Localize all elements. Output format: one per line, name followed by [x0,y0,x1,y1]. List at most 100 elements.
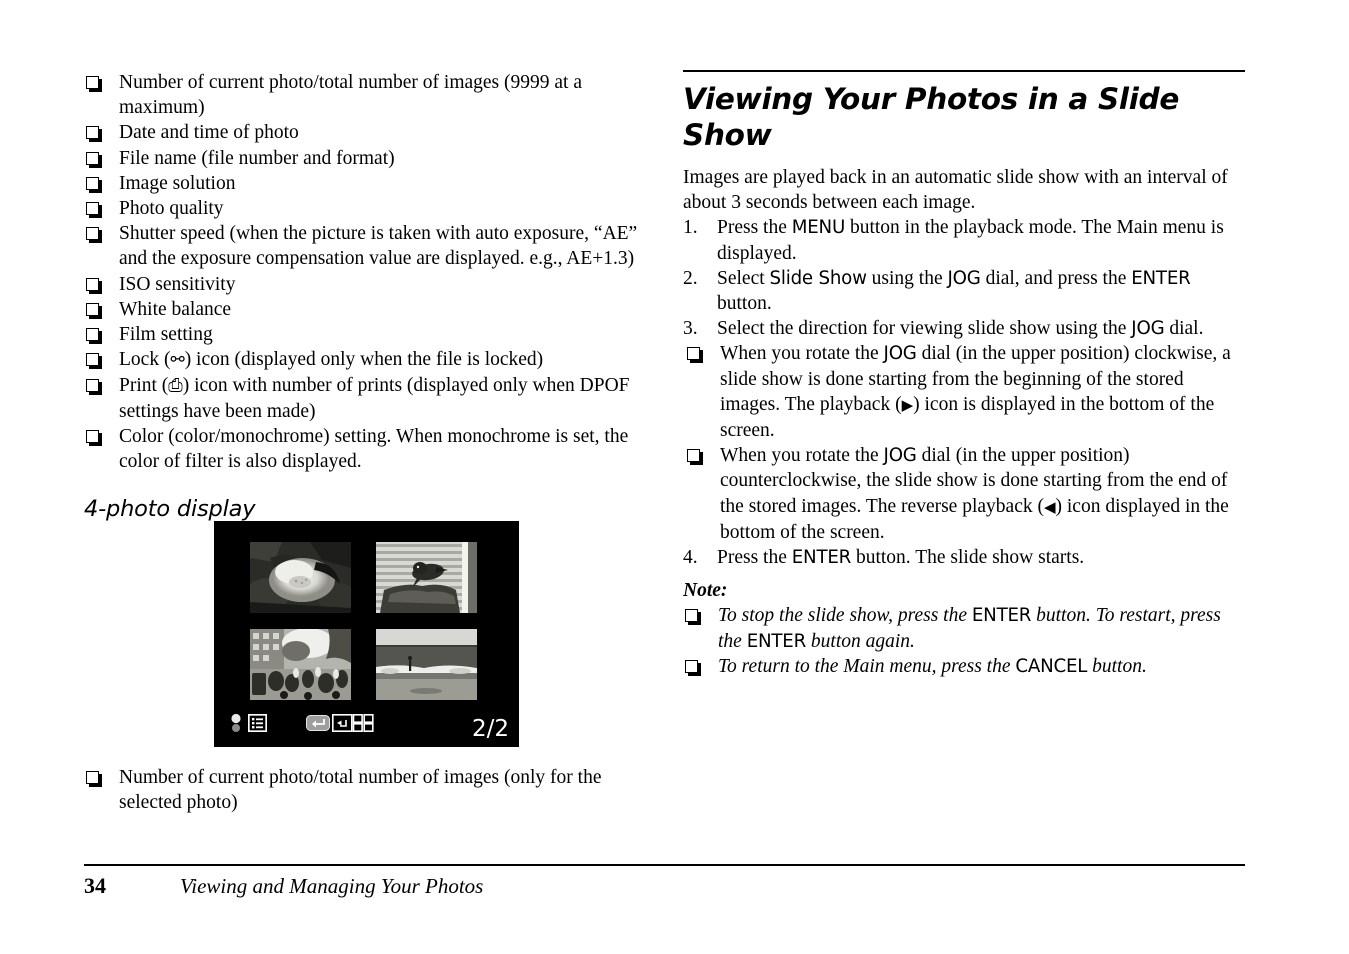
list-item-label: Film setting [119,324,213,346]
text-run: button. [717,293,772,315]
note-heading: Note: [683,580,728,602]
lock-icon: ⚯ [170,350,185,371]
thumbnail-street-scene [250,629,351,700]
note-item: To stop the slide show, press the ENTER … [683,603,1245,653]
list-item: Photo quality [84,196,656,221]
text-run: Select [717,267,770,289]
photo-counter: 2/2 [471,716,509,742]
list-item: Film setting [84,322,656,347]
after-figure-bullet-text: Number of current photo/total number of … [119,767,602,814]
button-name-slide-show: Slide Show [769,267,867,289]
list-item-label: ISO sensitivity [119,273,236,295]
thumbnail-grid-icon-glyph [332,714,374,733]
page-number: 34 [84,873,106,898]
enter-key-icon-glyph [306,715,330,731]
bullet-box-icon [687,347,700,361]
list-item-label: White balance [119,298,232,320]
text-run: button. [1087,655,1147,677]
footer-rule [84,864,1245,866]
list-item-print-icon: Print (⎙) icon with number of prints (di… [84,373,656,423]
lock-bullet-before: Lock ( [119,349,171,371]
manual-page: Number of current photo/total number of … [0,0,1349,954]
playback-icon: ▶ [901,395,914,414]
bullet-box-icon [86,353,99,367]
lcd-status-bar: 2/2 [214,707,519,747]
button-name-enter: ENTER [746,630,807,652]
button-name-jog: JOG [883,445,917,467]
thumbnail-beach [376,629,477,700]
button-name-jog: JOG [883,343,917,365]
thumbnail-flower-image [250,542,351,613]
camera-lcd-4-photo-display: 2/2 [214,521,519,747]
battery-icon [231,713,241,738]
list-item-selected-photo-count: Number of current photo/total number of … [84,765,656,815]
thumbnail-bird-on-blinds [376,542,477,613]
bullet-box-icon [86,771,99,784]
bullet-box-icon [86,227,99,241]
list-item: Image solution [84,171,656,196]
list-item-label: Photo quality [119,198,224,220]
note-list: To stop the slide show, press the ENTER … [683,603,1245,679]
text-run: Select the direction for viewing slide s… [717,318,1132,340]
step-number: 2. [683,267,698,289]
bullet-box-icon [685,659,698,673]
list-item: White balance [84,297,656,322]
button-name-enter: ENTER [971,605,1032,627]
page-footer: 34 Viewing and Managing Your Photos [84,864,1245,899]
subheading-4-photo-display: 4-photo display [84,496,256,523]
step-number: 3. [683,318,698,340]
step-number: 4. [683,547,698,569]
bullet-box-icon [86,328,99,342]
thumbnail-flower [250,542,351,613]
list-item-label: Shutter speed (when the picture is taken… [119,223,638,270]
text-run: When you rotate the [720,343,884,365]
bullet-box-icon [86,176,99,190]
thumbnail-street-image [250,629,351,700]
battery-icon-glyph [231,713,241,732]
bullet-box-icon [86,76,99,89]
text-run: To return to the Main menu, press the [718,655,1016,677]
button-name-cancel: CANCEL [1015,655,1088,677]
button-name-menu: MENU [791,217,846,239]
list-item-lock-icon: Lock (⚯) icon (displayed only when the f… [84,347,656,373]
bullet-box-icon [86,151,99,165]
text-run: dial. [1164,318,1204,340]
list-item-label: File name (file number and format) [119,147,395,169]
list-view-icon-glyph [247,713,268,733]
bullet-box-icon [687,449,700,463]
right-column: Viewing Your Photos in a Slide Show Imag… [683,70,1245,679]
bullet-box-icon [86,277,99,291]
list-item-label: Date and time of photo [119,122,299,144]
footer-chapter-title: Viewing and Managing Your Photos [180,874,484,898]
text-run: using the [866,267,948,289]
bullet-box-icon [86,126,99,140]
bullet-box-icon [86,302,99,316]
slide-show-steps: 1. Press the MENU button in the playback … [683,215,1245,570]
list-view-icon [247,713,268,737]
thumbnail-grid-icon [332,714,374,737]
bullet-box-icon [86,202,99,216]
section-title: Viewing Your Photos in a Slide Show [683,82,1180,152]
step-sub-item: When you rotate the JOG dial (in the upp… [683,341,1245,443]
text-run: button again. [806,630,915,652]
section-rule [683,70,1245,72]
text-run: Press the [717,547,792,569]
color-bullet-text: Color (color/monochrome) setting. When m… [119,425,629,473]
printer-icon: ⎙ [168,375,183,397]
button-name-enter: ENTER [1131,267,1191,289]
list-item-color-setting: Color (color/monochrome) setting. When m… [84,424,656,474]
text-run: button. The slide show starts. [851,547,1085,569]
text-run: When you rotate the [720,445,884,467]
section-intro: Images are played back in an automatic s… [683,167,1228,214]
left-column: Number of current photo/total number of … [84,70,656,522]
step-item: 3. Select the direction for viewing slide… [683,316,1245,341]
text-run: To stop the slide show, press the [718,605,972,627]
enter-key-icon [306,715,330,736]
note-item: To return to the Main menu, press the CA… [683,654,1245,679]
print-bullet-before: Print ( [119,375,169,397]
step-number: 1. [683,217,698,239]
lock-bullet-after: ) icon (displayed only when the file is … [184,349,544,371]
list-item-label: Number of current photo/total number of … [119,72,582,119]
thumbnail-beach-image [376,629,477,700]
text-run: Press the [717,217,792,239]
